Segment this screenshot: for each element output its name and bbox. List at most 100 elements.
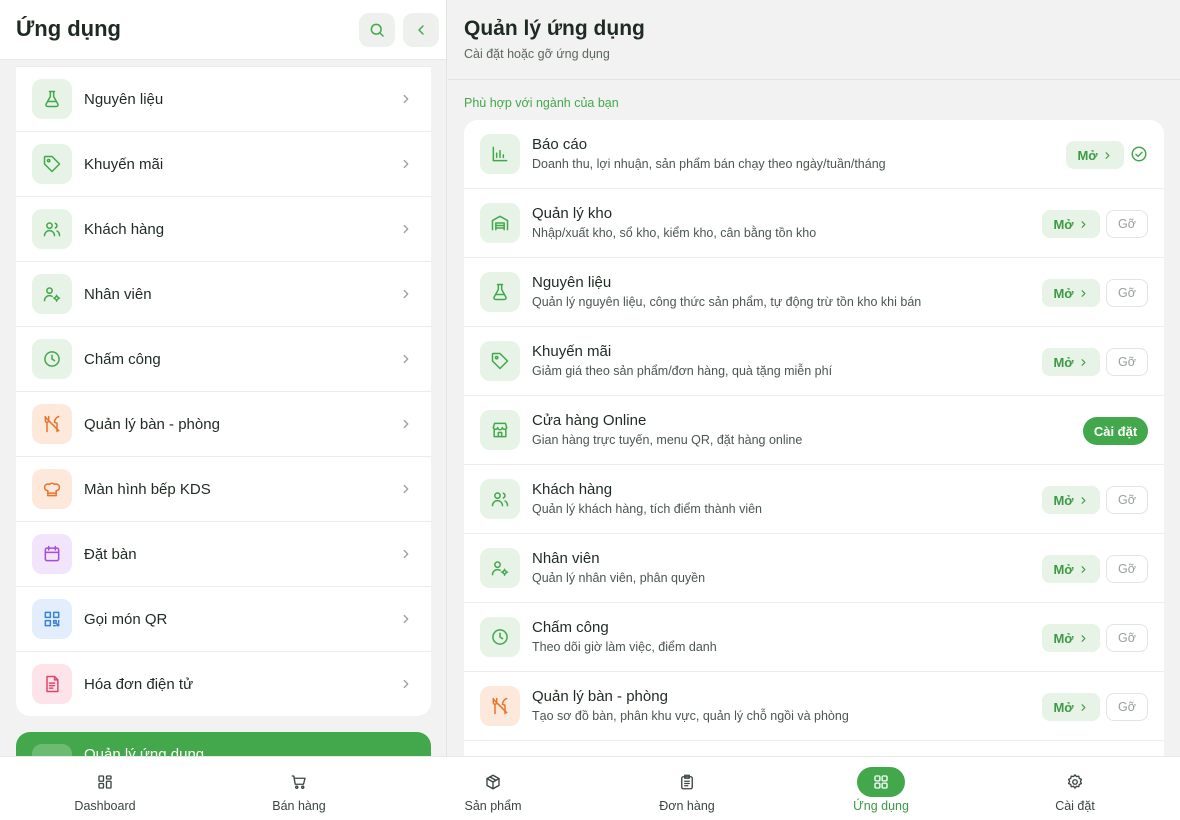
dashboard-icon (81, 767, 129, 797)
nav-item-label: Dashboard (74, 799, 136, 813)
sidebar-title: Ứng dụng (16, 16, 121, 41)
open-button-label: Mở (1053, 354, 1074, 370)
chevron-right-icon (1078, 495, 1089, 506)
chevron-right-icon (399, 482, 413, 496)
sidebar-item-label: Nguyên liệu (84, 90, 164, 108)
app-row: Quản lý kho Nhập/xuất kho, sổ kho, kiểm k… (464, 189, 1164, 258)
open-app-button[interactable]: Mở (1042, 348, 1100, 376)
sidebar-item-label: Khách hàng (84, 220, 165, 238)
sidebar-item-manage-apps[interactable]: Quản lý ứng dụng (16, 732, 431, 756)
app-name: Báo cáo (532, 136, 588, 153)
app-description: Theo dõi giờ làm việc, điểm danh (532, 640, 717, 654)
sidebar-item[interactable]: Nhân viên (16, 261, 431, 326)
sidebar-item-label: Quản lý ứng dụng (84, 746, 205, 756)
uninstall-button[interactable]: Gỡ (1106, 279, 1148, 307)
open-app-button[interactable]: Mở (1066, 141, 1124, 169)
nav-item[interactable]: Đơn hàng (590, 757, 784, 820)
user-gear-icon (32, 274, 72, 314)
nav-item[interactable]: Dashboard (8, 757, 202, 820)
nav-item[interactable]: Bán hàng (202, 757, 396, 820)
open-app-button[interactable]: Mở (1042, 624, 1100, 652)
tag-icon (480, 341, 520, 381)
sidebar-item[interactable]: Khách hàng (16, 196, 431, 261)
uninstall-button[interactable]: Gỡ (1106, 555, 1148, 583)
app-row: Khách hàng Quản lý khách hàng, tích điểm … (464, 465, 1164, 534)
flask-icon (32, 79, 72, 119)
sidebar-item[interactable]: Khuyến mãi (16, 131, 431, 196)
install-button[interactable]: Cài đặt (1083, 417, 1148, 445)
sidebar-item-label: Đặt bàn (84, 545, 137, 563)
open-button-label: Mở (1053, 630, 1074, 646)
app-description: Giảm giá theo sản phẩm/đơn hàng, quà tặn… (532, 364, 833, 378)
app-name: Nhân viên (532, 550, 600, 567)
clock-icon (32, 339, 72, 379)
chevron-right-icon (399, 92, 413, 106)
settings-gear-icon (1051, 767, 1099, 797)
app-description: Quản lý khách hàng, tích điểm thành viên (532, 502, 763, 516)
bottom-navigation: Dashboard Bán hàng Sản phẩm Đơn hàng Ứng dụn… (0, 756, 1180, 820)
chevron-right-icon (399, 287, 413, 301)
app-row: Chấm công Theo dõi giờ làm việc, điểm dan… (464, 603, 1164, 672)
flask-icon (480, 272, 520, 312)
bar-chart-icon (480, 134, 520, 174)
apps-grid-icon (32, 744, 72, 756)
open-app-button[interactable]: Mở (1042, 693, 1100, 721)
chevron-right-icon (1078, 702, 1089, 713)
collapse-sidebar-button[interactable] (403, 13, 439, 47)
uninstall-button[interactable]: Gỡ (1106, 210, 1148, 238)
uninstall-button[interactable]: Gỡ (1106, 486, 1148, 514)
uninstall-button[interactable]: Gỡ (1106, 624, 1148, 652)
chevron-right-icon (399, 157, 413, 171)
sidebar-item[interactable]: Gọi món QR (16, 586, 431, 651)
app-row: Nguyên liệu Quản lý nguyên liệu, công thứ… (464, 258, 1164, 327)
sidebar-item[interactable]: Đặt bàn (16, 521, 431, 586)
sidebar-item[interactable]: Chấm công (16, 326, 431, 391)
apps-sidebar: Ứng dụng Nguyên liệu Khuyến mãi Khách hàng… (0, 0, 447, 756)
open-app-button[interactable]: Mở (1042, 279, 1100, 307)
sidebar-item[interactable]: Quản lý bàn - phòng (16, 391, 431, 456)
open-app-button[interactable]: Mở (1042, 210, 1100, 238)
sidebar-item[interactable]: Màn hình bếp KDS (16, 456, 431, 521)
sidebar-item[interactable]: Nguyên liệu (16, 66, 431, 131)
chevron-right-icon (1078, 633, 1089, 644)
box-icon (469, 767, 517, 797)
chevron-right-icon (399, 222, 413, 236)
app-name: Khách hàng (532, 481, 613, 498)
user-gear-icon (480, 548, 520, 588)
sidebar-app-list: Nguyên liệu Khuyến mãi Khách hàng Nhân viên… (16, 66, 431, 716)
nav-item[interactable]: Cài đặt (978, 757, 1172, 820)
chevron-right-icon (399, 417, 413, 431)
app-name: Quản lý bàn - phòng (532, 688, 668, 705)
nav-item-label: Đơn hàng (659, 799, 715, 813)
nav-item[interactable]: Sản phẩm (396, 757, 590, 820)
sidebar-item-label: Khuyến mãi (84, 155, 164, 173)
open-app-button[interactable]: Mở (1042, 486, 1100, 514)
open-app-button[interactable]: Mở (1042, 555, 1100, 583)
app-row: Cửa hàng Online Gian hàng trực tuyến, men… (464, 396, 1164, 465)
open-button-label: Mở (1053, 492, 1074, 508)
search-button[interactable] (359, 13, 395, 47)
app-description: Quản lý nhân viên, phân quyền (532, 571, 706, 585)
cart-icon (275, 767, 323, 797)
sidebar-item[interactable]: Hóa đơn điện tử (16, 651, 431, 716)
app-description: Gian hàng trực tuyến, menu QR, đặt hàng … (532, 433, 803, 447)
users-icon (480, 479, 520, 519)
chevron-right-icon (1078, 564, 1089, 575)
app-description: Tạo sơ đồ bàn, phân khu vực, quản lý chỗ… (532, 709, 849, 723)
app-name: Nguyên liệu (532, 274, 612, 291)
app-name: Khuyến mãi (532, 343, 612, 360)
chef-hat-icon (32, 469, 72, 509)
uninstall-button[interactable]: Gỡ (1106, 348, 1148, 376)
sidebar-item-label: Quản lý bàn - phòng (84, 415, 220, 433)
users-icon (32, 209, 72, 249)
app-name: Quản lý kho (532, 205, 613, 222)
warehouse-icon (480, 203, 520, 243)
app-row: Quản lý bàn - phòng Tạo sơ đồ bàn, phân k… (464, 672, 1164, 741)
nav-item[interactable]: Ứng dụng (784, 757, 978, 820)
search-icon (368, 21, 386, 39)
app-row: Báo cáo Doanh thu, lợi nhuận, sản phẩm bá… (464, 120, 1164, 189)
app-description: Doanh thu, lợi nhuận, sản phẩm bán chạy … (532, 157, 886, 171)
sidebar-item-label: Nhân viên (84, 285, 152, 303)
section-label: Phù hợp với ngành của bạn (464, 96, 619, 110)
uninstall-button[interactable]: Gỡ (1106, 693, 1148, 721)
